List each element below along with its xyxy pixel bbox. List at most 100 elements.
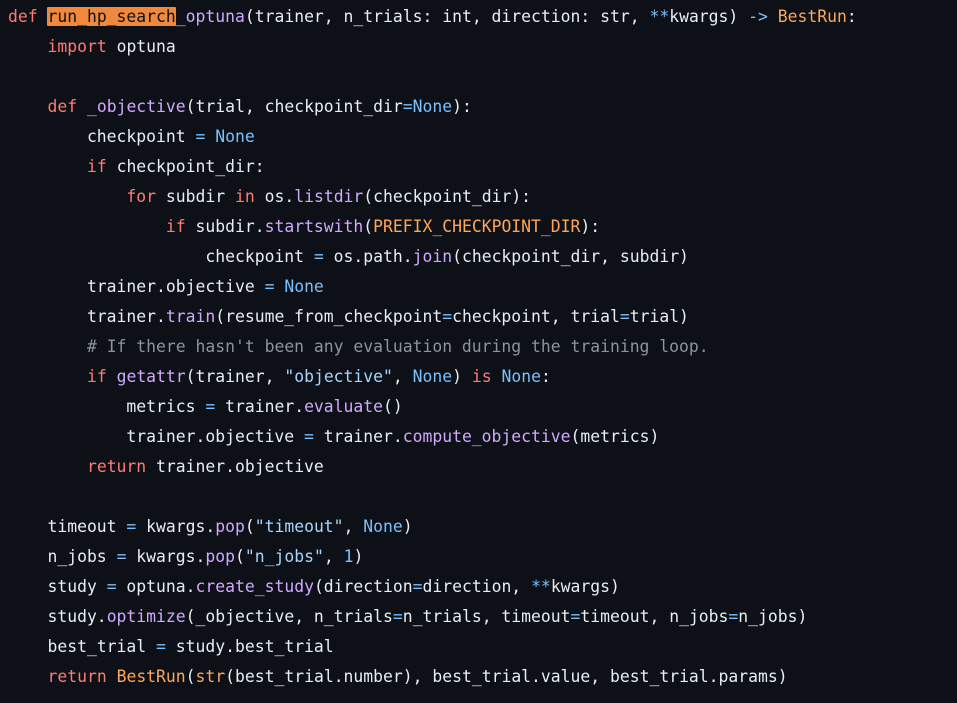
code-token: trainer. (313, 427, 403, 446)
code-token: trial) (629, 307, 689, 326)
code-token: import (47, 37, 107, 56)
code-line[interactable]: study.optimize(_objective, n_trials=n_tr… (0, 602, 957, 632)
code-token: if (86, 157, 107, 176)
code-line[interactable]: timeout = kwargs.pop("timeout", None) (0, 512, 957, 542)
code-token: trainer.objective (146, 457, 324, 476)
code-token: = (195, 127, 206, 146)
code-token: subdir (156, 187, 235, 206)
code-line[interactable]: trainer.objective = None (0, 272, 957, 302)
code-line[interactable]: if checkpoint_dir: (0, 152, 957, 182)
code-token: = (392, 607, 403, 626)
code-token: study.best_trial (165, 637, 334, 656)
code-token: checkpoint, trial (452, 307, 620, 326)
code-token: trainer. (8, 307, 166, 326)
code-token: ): (580, 217, 601, 236)
code-line[interactable]: # If there hasn't been any evaluation du… (0, 332, 957, 362)
code-token: PREFIX_CHECKPOINT_DIR (373, 217, 581, 236)
code-token: is (471, 367, 492, 386)
code-token: for (126, 187, 157, 206)
code-token: (metrics) (570, 427, 660, 446)
code-token: ( (235, 547, 245, 566)
code-token: = (264, 277, 275, 296)
code-token: (resume_from_checkpoint (215, 307, 443, 326)
code-token: ) (353, 547, 364, 566)
code-token: pop (205, 547, 235, 566)
code-line[interactable]: if subdir.startswith(PREFIX_CHECKPOINT_D… (0, 212, 957, 242)
code-line[interactable]: def run_hp_search_optuna(trainer, n_tria… (0, 2, 957, 32)
code-line[interactable]: return BestRun(str(best_trial.number), b… (0, 662, 957, 692)
code-token: "timeout" (254, 517, 344, 536)
code-token: study. (8, 607, 107, 626)
code-token: = (412, 577, 423, 596)
code-token: kwargs. (126, 547, 206, 566)
code-token: , (323, 547, 344, 566)
code-token: evaluate (304, 397, 384, 416)
code-line[interactable]: trainer.objective = trainer.compute_obje… (0, 422, 957, 452)
code-line[interactable]: trainer.train(resume_from_checkpoint=che… (0, 302, 957, 332)
code-token: n_jobs) (738, 607, 808, 626)
code-token: optuna. (116, 577, 196, 596)
code-line[interactable]: for subdir in os.listdir(checkpoint_dir)… (0, 182, 957, 212)
code-body[interactable]: def run_hp_search_optuna(trainer, n_tria… (0, 2, 957, 692)
code-token: _optuna (175, 7, 245, 26)
code-token: n_jobs (8, 547, 117, 566)
code-token: ) (452, 367, 472, 386)
code-token: None (412, 367, 453, 386)
code-token: timeout, n_jobs (580, 607, 729, 626)
code-token: = (205, 397, 216, 416)
code-editor[interactable]: def run_hp_search_optuna(trainer, n_tria… (0, 0, 957, 703)
code-token: join (412, 247, 453, 266)
highlighted-search-match: run_hp_search (47, 7, 176, 26)
code-line[interactable]: checkpoint = None (0, 122, 957, 152)
code-line[interactable] (0, 482, 957, 512)
code-line[interactable]: def _objective(trial, checkpoint_dir=Non… (0, 92, 957, 122)
code-token: = (402, 97, 413, 116)
code-token: checkpoint_dir: (106, 157, 265, 176)
code-token: BestRun (777, 7, 847, 26)
code-token: = (106, 577, 117, 596)
code-token: : (846, 7, 857, 26)
code-token: : (541, 367, 551, 386)
code-line[interactable]: checkpoint = os.path.join(checkpoint_dir… (0, 242, 957, 272)
code-token: ): (452, 97, 472, 116)
code-token: direction, (422, 577, 532, 596)
code-token: None (363, 517, 403, 536)
code-token: timeout (8, 517, 127, 536)
code-line[interactable]: study = optuna.create_study(direction=di… (0, 572, 957, 602)
code-line[interactable]: return trainer.objective (0, 452, 957, 482)
code-token: kwargs. (136, 517, 216, 536)
code-line[interactable]: n_jobs = kwargs.pop("n_jobs", 1) (0, 542, 957, 572)
code-token: trainer.objective (8, 427, 305, 446)
code-token: def (8, 7, 48, 26)
code-token: # If there hasn't been any evaluation du… (86, 337, 709, 356)
code-token: trainer. (215, 397, 305, 416)
code-token: n_trials, timeout (402, 607, 571, 626)
code-token: None (215, 127, 255, 146)
code-token: (_objective, n_trials (185, 607, 393, 626)
code-line[interactable] (0, 62, 957, 92)
code-line[interactable]: if getattr(trainer, "objective", None) i… (0, 362, 957, 392)
code-token: return (86, 457, 147, 476)
code-token: = (304, 427, 314, 446)
code-token: compute_objective (402, 427, 571, 446)
code-token: "n_jobs" (244, 547, 324, 566)
code-token: if (86, 367, 107, 386)
code-token: ( (363, 217, 374, 236)
code-line[interactable]: metrics = trainer.evaluate() (0, 392, 957, 422)
code-token: os. (254, 187, 295, 206)
code-token: None (501, 367, 541, 386)
code-line[interactable]: best_trial = study.best_trial (0, 632, 957, 662)
code-token: train (165, 307, 216, 326)
code-token: create_study (195, 577, 314, 596)
code-line[interactable]: import optuna (0, 32, 957, 62)
code-token: return (47, 667, 107, 686)
